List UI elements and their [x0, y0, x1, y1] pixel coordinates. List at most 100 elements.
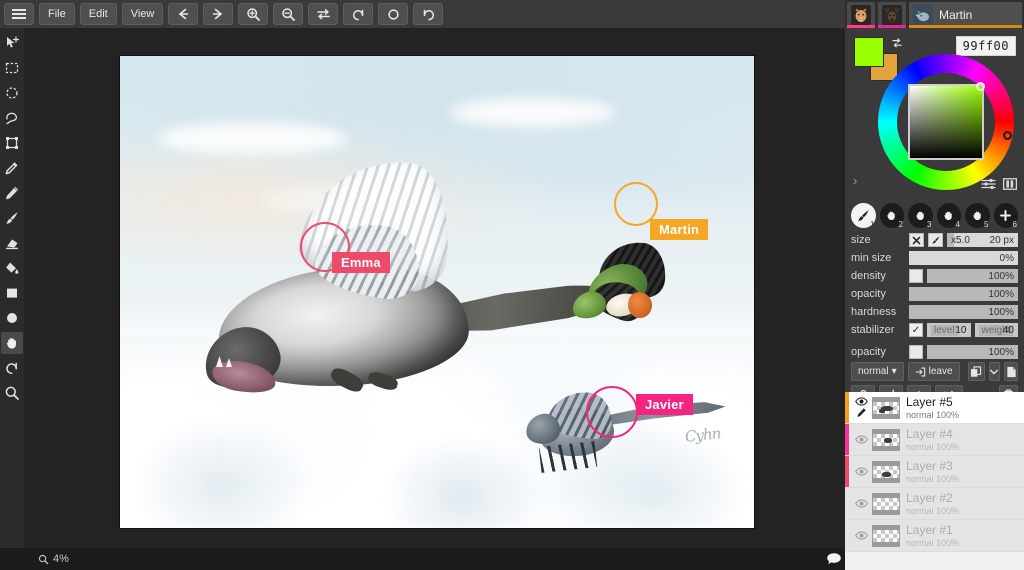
eye-icon[interactable]: [855, 435, 868, 444]
brush-size-row: size x5.0 20 px: [851, 232, 1018, 248]
sv-handle[interactable]: [976, 82, 985, 91]
leave-button[interactable]: leave: [908, 362, 960, 381]
layer-4-thumbnail[interactable]: [872, 429, 900, 451]
redo-arrow-right-button[interactable]: [203, 3, 233, 25]
rectangle-shape-tool[interactable]: [1, 282, 23, 304]
zoom-tool[interactable]: [1, 382, 23, 404]
layer-opacity-lock[interactable]: [909, 345, 923, 359]
size-pressure-button[interactable]: [928, 233, 943, 247]
layer-3-meta: Layer #3 normal 100%: [906, 459, 959, 485]
layer-4-accent: [845, 424, 849, 455]
brush-tool[interactable]: [1, 207, 23, 229]
layer-3-thumbnail[interactable]: [872, 461, 900, 483]
rotate-cw-icon: [421, 7, 436, 22]
user-tab-active-martin[interactable]: Martin: [909, 2, 1022, 28]
layer-2-thumbnail[interactable]: [872, 493, 900, 515]
layer-row-5[interactable]: Layer #5 normal 100%: [845, 392, 1024, 424]
saturation-value-square[interactable]: [908, 84, 984, 160]
canvas-work-area[interactable]: Emma Martin Javier Cyhn: [24, 28, 845, 548]
user-tab-1[interactable]: [847, 2, 875, 28]
ellipse-select-tool[interactable]: [1, 82, 23, 104]
undo-arrow-left-button[interactable]: [168, 3, 198, 25]
brush-density-slider[interactable]: 100%: [927, 269, 1018, 283]
layer-menu-button[interactable]: [989, 362, 1001, 381]
layer-row-4[interactable]: Layer #4 normal 100%: [845, 424, 1024, 456]
brush-slot-5[interactable]: 5: [965, 203, 990, 228]
layers-list[interactable]: Layer #5 normal 100% Layer #4: [845, 392, 1024, 570]
annotation-label-javier[interactable]: Javier: [636, 394, 693, 415]
brush-min-size-slider[interactable]: 0%: [909, 251, 1018, 265]
active-user-name: Martin: [939, 8, 972, 22]
reset-rotation-button[interactable]: [378, 3, 408, 25]
eye-icon[interactable]: [855, 531, 868, 540]
color-wheel[interactable]: [878, 54, 1014, 190]
view-menu[interactable]: View: [122, 3, 164, 25]
brush-size-slider[interactable]: x5.0 20 px: [947, 233, 1018, 247]
brush-slot-add[interactable]: 6: [994, 203, 1019, 228]
zoom-out-button[interactable]: [273, 3, 303, 25]
layer-row-3[interactable]: Layer #3 normal 100%: [845, 456, 1024, 488]
user-tab-2[interactable]: [878, 2, 906, 28]
hue-handle[interactable]: [1003, 131, 1012, 140]
layer-opacity-slider[interactable]: 100%: [927, 345, 1018, 359]
edit-menu[interactable]: Edit: [80, 3, 117, 25]
layer-5-name: Layer #5: [906, 395, 959, 409]
lasso-icon: [4, 110, 20, 126]
ellipse-shape-tool[interactable]: [1, 307, 23, 329]
artwork-canvas[interactable]: Emma Martin Javier Cyhn: [120, 56, 754, 528]
zoom-in-button[interactable]: [238, 3, 268, 25]
rect-select-tool[interactable]: [1, 57, 23, 79]
brush-slot-4[interactable]: 4: [937, 203, 962, 228]
size-reset-button[interactable]: [909, 233, 924, 247]
file-menu[interactable]: File: [39, 3, 75, 25]
pencil-icon: [4, 185, 20, 201]
layer-2-info: normal 100%: [906, 505, 959, 517]
lasso-select-tool[interactable]: [1, 107, 23, 129]
stabilizer-weight-field[interactable]: weight 40: [975, 323, 1019, 337]
rotate-right-button[interactable]: [413, 3, 443, 25]
palette-columns-icon[interactable]: [1003, 178, 1017, 190]
new-layer-button[interactable]: [1004, 362, 1018, 381]
eyedropper-tool[interactable]: [1, 157, 23, 179]
layer-1-thumbnail[interactable]: [872, 525, 900, 547]
status-bar: 4%: [0, 548, 845, 570]
stabilizer-checkbox[interactable]: ✓: [909, 323, 923, 337]
hand-pan-tool[interactable]: [1, 332, 23, 354]
eye-icon[interactable]: [855, 397, 868, 406]
transform-tool[interactable]: [1, 132, 23, 154]
pencil-icon[interactable]: [856, 407, 867, 418]
eyedropper-icon: [4, 160, 20, 176]
annotation-label-martin[interactable]: Martin: [650, 219, 708, 240]
hex-color-input[interactable]: 99ff00: [956, 36, 1016, 56]
rotate-left-button[interactable]: [343, 3, 373, 25]
brush-hardness-slider[interactable]: 100%: [909, 305, 1018, 319]
swap-colors-button[interactable]: [891, 36, 903, 54]
cloud-wisp: [158, 122, 348, 155]
chevron-right-icon[interactable]: ›: [853, 173, 857, 188]
brush-slot-3[interactable]: 3: [908, 203, 933, 228]
density-checkbox[interactable]: [909, 269, 923, 283]
brush-slot-2[interactable]: 2: [880, 203, 905, 228]
rotate-canvas-tool[interactable]: [1, 357, 23, 379]
stabilizer-level-field[interactable]: level 10: [927, 323, 971, 337]
hamburger-menu-button[interactable]: [4, 3, 34, 25]
duplicate-layer-button[interactable]: [968, 362, 985, 381]
flip-horizontal-button[interactable]: [308, 3, 338, 25]
move-tool[interactable]: [1, 32, 23, 54]
layer-row-2[interactable]: Layer #2 normal 100%: [845, 488, 1024, 520]
sliders-icon[interactable]: [981, 178, 996, 190]
layer-5-thumbnail[interactable]: [872, 397, 900, 419]
chat-button[interactable]: [822, 548, 845, 570]
blend-mode-dropdown[interactable]: normal ▾: [851, 362, 904, 381]
brush-opacity-slider[interactable]: 100%: [909, 287, 1018, 301]
eye-icon[interactable]: [855, 467, 868, 476]
pencil-tool[interactable]: [1, 182, 23, 204]
zoom-status[interactable]: 4%: [38, 553, 69, 565]
bucket-fill-tool[interactable]: [1, 257, 23, 279]
brush-slot-1[interactable]: 1: [851, 203, 876, 228]
layer-row-1[interactable]: Layer #1 normal 100%: [845, 520, 1024, 552]
annotation-label-emma[interactable]: Emma: [332, 252, 390, 273]
page-icon: [1006, 366, 1017, 378]
eraser-tool[interactable]: [1, 232, 23, 254]
eye-icon[interactable]: [855, 499, 868, 508]
